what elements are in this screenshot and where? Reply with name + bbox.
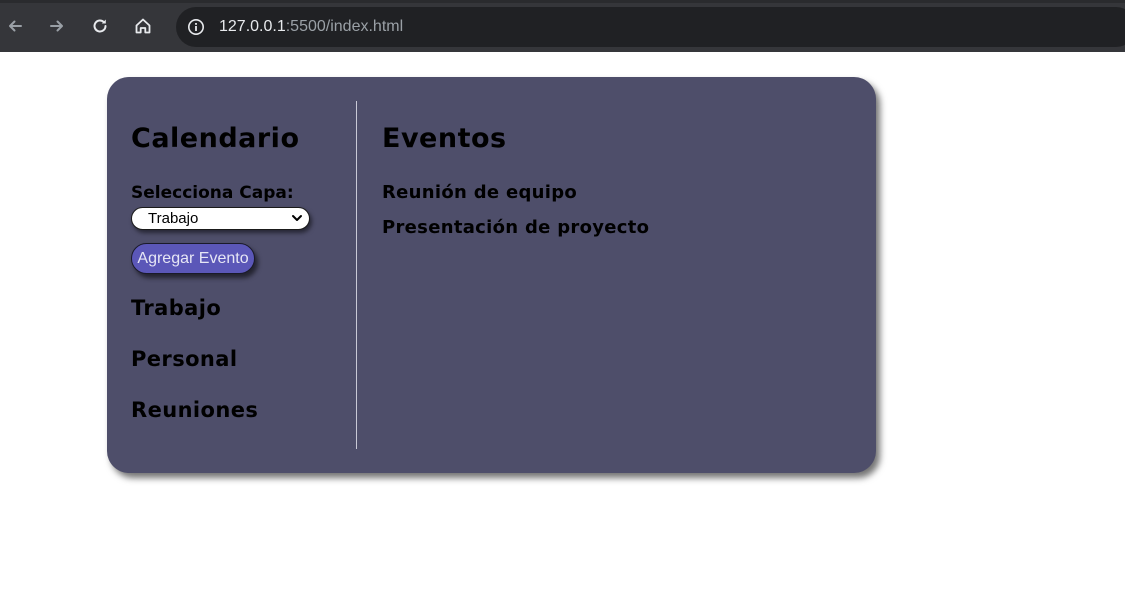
events-title: Eventos — [382, 123, 507, 154]
sidebar-title: Calendario — [131, 123, 300, 154]
address-bar[interactable]: 127.0.0.1:5500/index.html — [176, 7, 1125, 47]
forward-button[interactable] — [42, 11, 72, 41]
chevron-down-icon — [292, 215, 302, 221]
browser-toolbar: 127.0.0.1:5500/index.html — [0, 0, 1125, 52]
home-icon — [135, 18, 151, 34]
add-event-button[interactable]: Agregar Evento — [131, 243, 255, 274]
sidebar: Calendario Selecciona Capa: Trabajo Agre… — [131, 101, 357, 449]
info-icon[interactable] — [186, 17, 206, 37]
arrow-right-icon — [50, 20, 63, 32]
event-item[interactable]: Reunión de equipo — [382, 182, 577, 203]
layer-item-personal[interactable]: Personal — [131, 347, 237, 371]
layer-select[interactable]: Trabajo — [131, 207, 310, 230]
url-path: :5500/index.html — [285, 18, 404, 35]
events-panel: Eventos Reunión de equipo Presentación d… — [382, 101, 852, 449]
url-host: 127.0.0.1 — [219, 18, 286, 35]
arrow-left-icon — [9, 20, 22, 32]
reload-icon — [93, 19, 107, 33]
calendar-panel: Calendario Selecciona Capa: Trabajo Agre… — [107, 77, 876, 473]
back-button[interactable] — [0, 11, 30, 41]
layer-select-label: Selecciona Capa: — [131, 183, 294, 203]
layer-item-reuniones[interactable]: Reuniones — [131, 398, 258, 422]
reload-button[interactable] — [85, 11, 115, 41]
home-button[interactable] — [128, 11, 158, 41]
url-text[interactable]: 127.0.0.1:5500/index.html — [219, 17, 403, 37]
layer-select-value: Trabajo — [148, 210, 199, 227]
event-item[interactable]: Presentación de proyecto — [382, 217, 649, 238]
layer-item-trabajo[interactable]: Trabajo — [131, 296, 221, 320]
